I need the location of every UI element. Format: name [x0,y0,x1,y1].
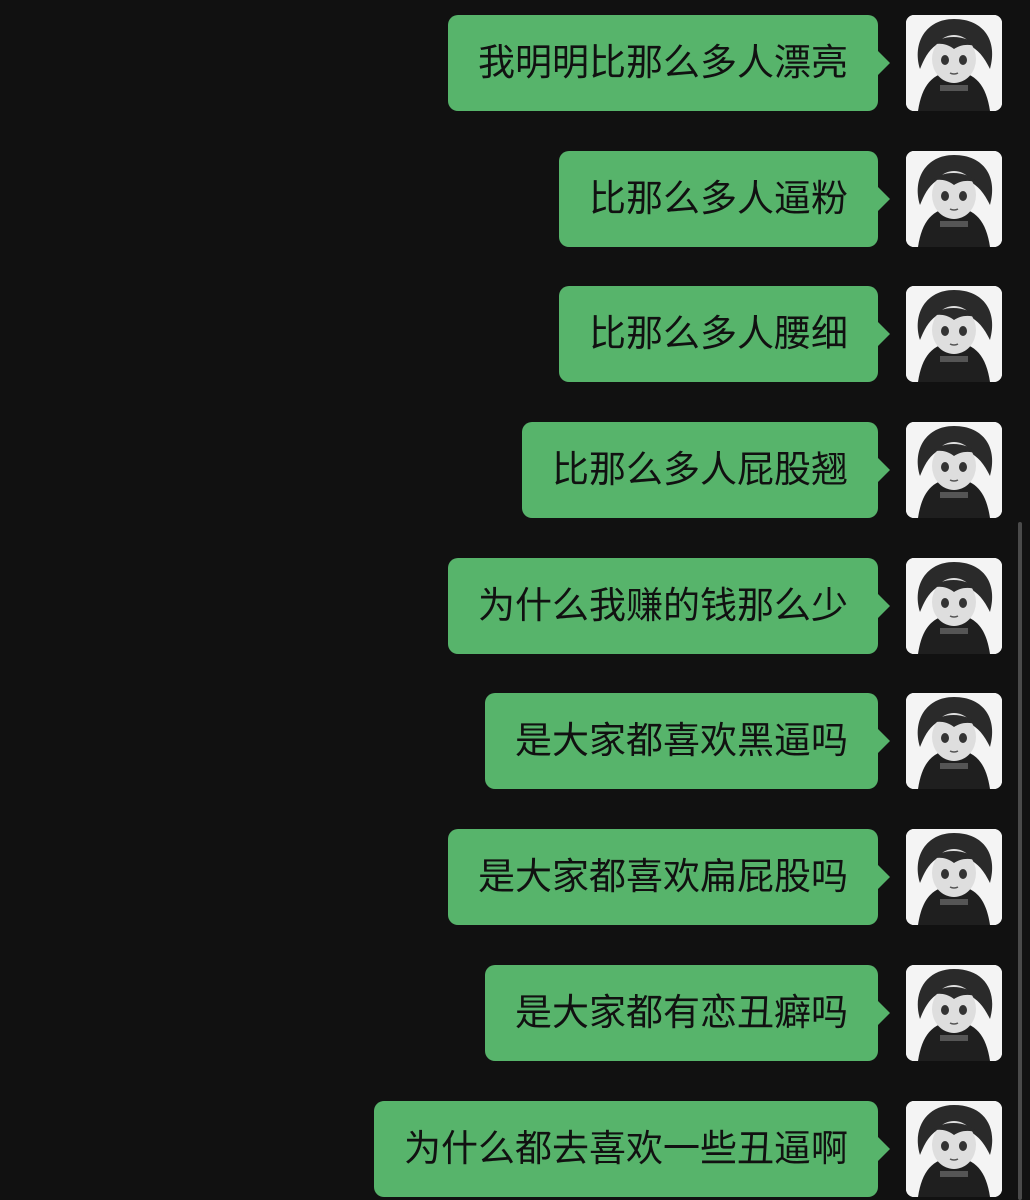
anime-girl-avatar-icon[interactable] [906,965,1002,1061]
message-bubble[interactable]: 我明明比那么多人漂亮 [448,15,890,111]
message-bubble[interactable]: 是大家都喜欢黑逼吗 [485,693,890,789]
message-row: 是大家都喜欢扁屁股吗 [448,829,1002,925]
message-bubble[interactable]: 是大家都有恋丑癖吗 [485,965,890,1061]
anime-girl-avatar-icon[interactable] [906,829,1002,925]
anime-girl-avatar-icon[interactable] [906,693,1002,789]
message-row: 是大家都有恋丑癖吗 [485,965,1002,1061]
message-bubble[interactable]: 为什么都去喜欢一些丑逼啊 [374,1101,890,1197]
message-row: 比那么多人屁股翘 [522,422,1002,518]
message-bubble[interactable]: 比那么多人逼粉 [559,151,890,247]
anime-girl-avatar-icon[interactable] [906,151,1002,247]
message-row: 我明明比那么多人漂亮 [448,15,1002,111]
message-bubble[interactable]: 比那么多人屁股翘 [522,422,890,518]
anime-girl-avatar-icon[interactable] [906,1101,1002,1197]
scrollbar[interactable] [1018,522,1022,1200]
message-row: 为什么我赚的钱那么少 [448,558,1002,654]
message-bubble[interactable]: 为什么我赚的钱那么少 [448,558,890,654]
message-row: 比那么多人腰细 [559,286,1002,382]
message-bubble[interactable]: 是大家都喜欢扁屁股吗 [448,829,890,925]
message-row: 比那么多人逼粉 [559,151,1002,247]
anime-girl-avatar-icon[interactable] [906,422,1002,518]
message-row: 是大家都喜欢黑逼吗 [485,693,1002,789]
message-bubble[interactable]: 比那么多人腰细 [559,286,890,382]
anime-girl-avatar-icon[interactable] [906,15,1002,111]
message-row: 为什么都去喜欢一些丑逼啊 [374,1101,1002,1197]
anime-girl-avatar-icon[interactable] [906,558,1002,654]
anime-girl-avatar-icon[interactable] [906,286,1002,382]
chat-message-list[interactable]: 我明明比那么多人漂亮 比那么多人逼粉 比那么多人腰细 比那么多人屁股翘 为什么我… [0,0,1030,1200]
